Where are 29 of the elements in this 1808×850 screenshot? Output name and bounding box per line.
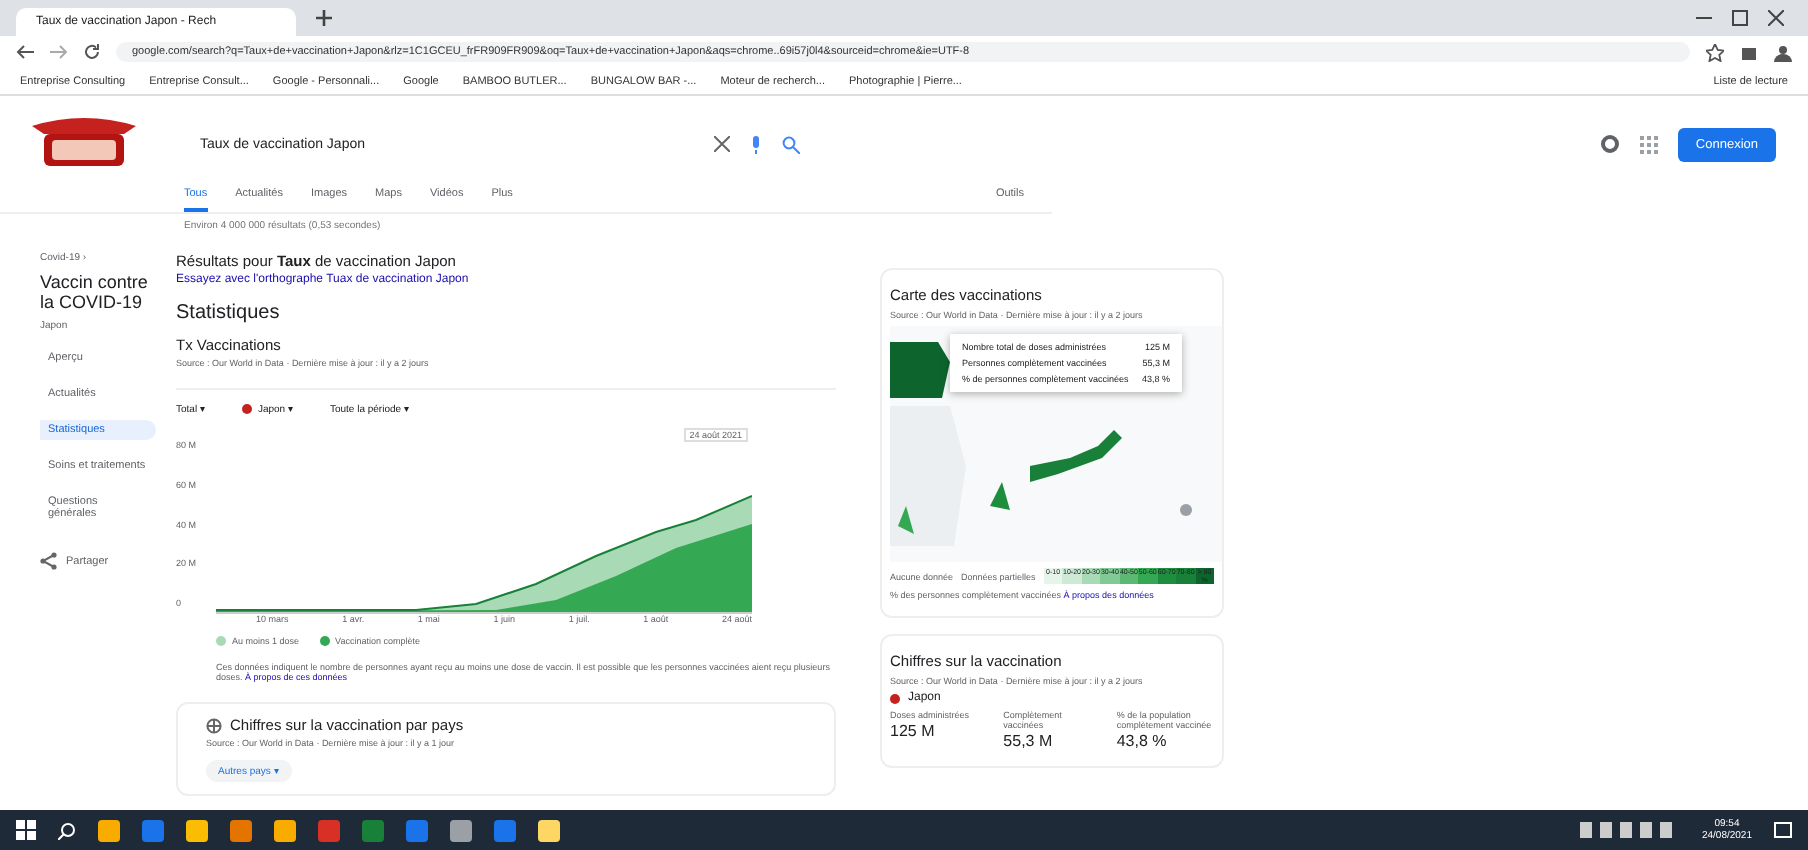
apps-grid-icon[interactable]	[1639, 135, 1658, 153]
globe-icon	[206, 717, 222, 733]
reload-icon[interactable]	[84, 44, 100, 60]
app-icon[interactable]	[538, 819, 560, 841]
back-arrow-icon[interactable]	[16, 44, 34, 60]
section-heading: Statistiques	[176, 302, 282, 324]
maximize-icon[interactable]	[1732, 10, 1748, 26]
app-icon[interactable]	[230, 819, 252, 841]
search-icon	[782, 135, 800, 153]
stat-value: 43,8 %	[1116, 732, 1169, 750]
microphone-icon	[750, 135, 762, 153]
notification-icon[interactable]	[1774, 821, 1792, 839]
plus-icon[interactable]	[316, 10, 332, 26]
close-icon[interactable]	[1768, 10, 1784, 26]
share-icon[interactable]	[40, 552, 58, 570]
search-icon[interactable]	[58, 821, 76, 839]
windows-start-icon[interactable]	[16, 820, 36, 840]
app-icon[interactable]	[186, 819, 208, 841]
country-dot	[890, 693, 900, 703]
app-icon[interactable]	[98, 819, 120, 841]
app-icon[interactable]	[274, 819, 296, 841]
stat-value: 125 M	[890, 722, 937, 740]
profile-icon[interactable]	[1774, 43, 1792, 61]
clear-icon	[714, 136, 730, 152]
settings-icon[interactable]	[1599, 134, 1620, 154]
star-icon[interactable]	[1706, 43, 1724, 61]
stat-value: 55,3 M	[1003, 732, 1055, 750]
topic-title: Vaccin contre la COVID-19	[40, 272, 150, 312]
app-icon[interactable]	[450, 819, 472, 841]
